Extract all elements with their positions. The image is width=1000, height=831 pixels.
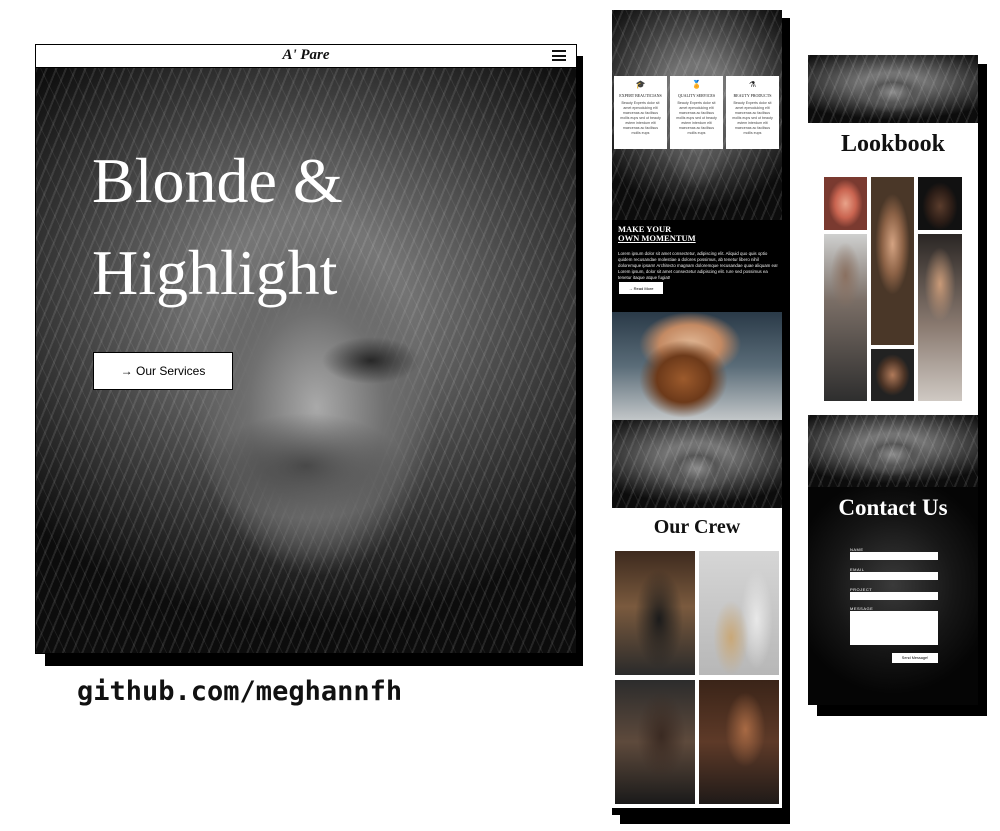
crew-section: Our Crew <box>612 508 782 808</box>
send-message-button[interactable]: Send Message! <box>892 653 938 663</box>
flask-icon: ⚗ <box>748 80 757 89</box>
feature-body: Beauty Experts dolor sit amet epmoduking… <box>620 101 661 135</box>
crew-photo <box>615 551 695 675</box>
momentum-heading-line2: OWN MOMENTUM <box>618 233 696 243</box>
message-field[interactable] <box>850 611 938 645</box>
hamburger-icon[interactable] <box>552 50 566 61</box>
feature-body: Beauty Experts dolor sit amet epmoduking… <box>732 101 773 135</box>
feature-card-products: ⚗ BEAUTY PRODUCTS Beauty Experts dolor s… <box>726 76 779 149</box>
momentum-body: Lorem ipsum dolor sit amet consectetur, … <box>618 251 778 280</box>
github-credit: github.com/meghannfh <box>77 676 403 707</box>
lookbook-photo <box>871 177 914 345</box>
hair-photo-strip <box>808 415 978 487</box>
crew-title: Our Crew <box>653 516 741 538</box>
lookbook-photo <box>918 234 962 401</box>
lookbook-photo <box>824 177 867 230</box>
desktop-mockup: A' Pare Blonde & Highlight → Our Service… <box>35 44 577 654</box>
feature-title: EXPERT BEAUTICIANS <box>619 93 662 98</box>
read-more-button[interactable]: → Read More <box>619 282 663 294</box>
lookbook-photo <box>824 234 867 401</box>
hero-title: Blonde & Highlight <box>92 145 343 308</box>
mobile-mockup-2: Lookbook Contact Us NAME EMAIL PROJECT M… <box>808 55 978 705</box>
feature-body: Beauty Experts dolor sit amet epmoduking… <box>676 101 717 135</box>
mobile-mockup-1: 🎓 EXPERT BEAUTICIANS Beauty Experts dolo… <box>612 10 782 815</box>
hair-photo-strip <box>808 55 978 123</box>
feature-card-expert: 🎓 EXPERT BEAUTICIANS Beauty Experts dolo… <box>614 76 667 149</box>
lookbook-photo <box>918 177 962 230</box>
lookbook-title: Lookbook <box>840 131 946 157</box>
contact-title: Contact Us <box>838 495 948 520</box>
barber-photo <box>612 312 782 420</box>
graduation-cap-icon: 🎓 <box>635 80 646 89</box>
crew-photo <box>615 680 695 804</box>
feature-card-quality: 🏅 QUALITY SERVICES Beauty Experts dolor … <box>670 76 723 149</box>
feature-title: BEAUTY PRODUCTS <box>733 93 772 98</box>
name-field[interactable] <box>850 552 938 560</box>
momentum-section: MAKE YOUR OWN MOMENTUM Lorem ipsum dolor… <box>618 225 778 281</box>
brand-logo[interactable]: A' Pare <box>36 47 576 64</box>
feature-title: QUALITY SERVICES <box>677 93 716 98</box>
our-services-button[interactable]: → Our Services <box>93 352 233 390</box>
project-field[interactable] <box>850 592 938 600</box>
lookbook-photo <box>871 349 914 401</box>
navbar: A' Pare <box>36 45 576 68</box>
crew-photo <box>699 551 779 675</box>
award-icon: 🏅 <box>691 80 702 89</box>
momentum-heading: MAKE YOUR OWN MOMENTUM <box>618 225 778 243</box>
crew-photo <box>699 680 779 804</box>
email-field[interactable] <box>850 572 938 580</box>
hair-photo-strip <box>612 420 782 508</box>
